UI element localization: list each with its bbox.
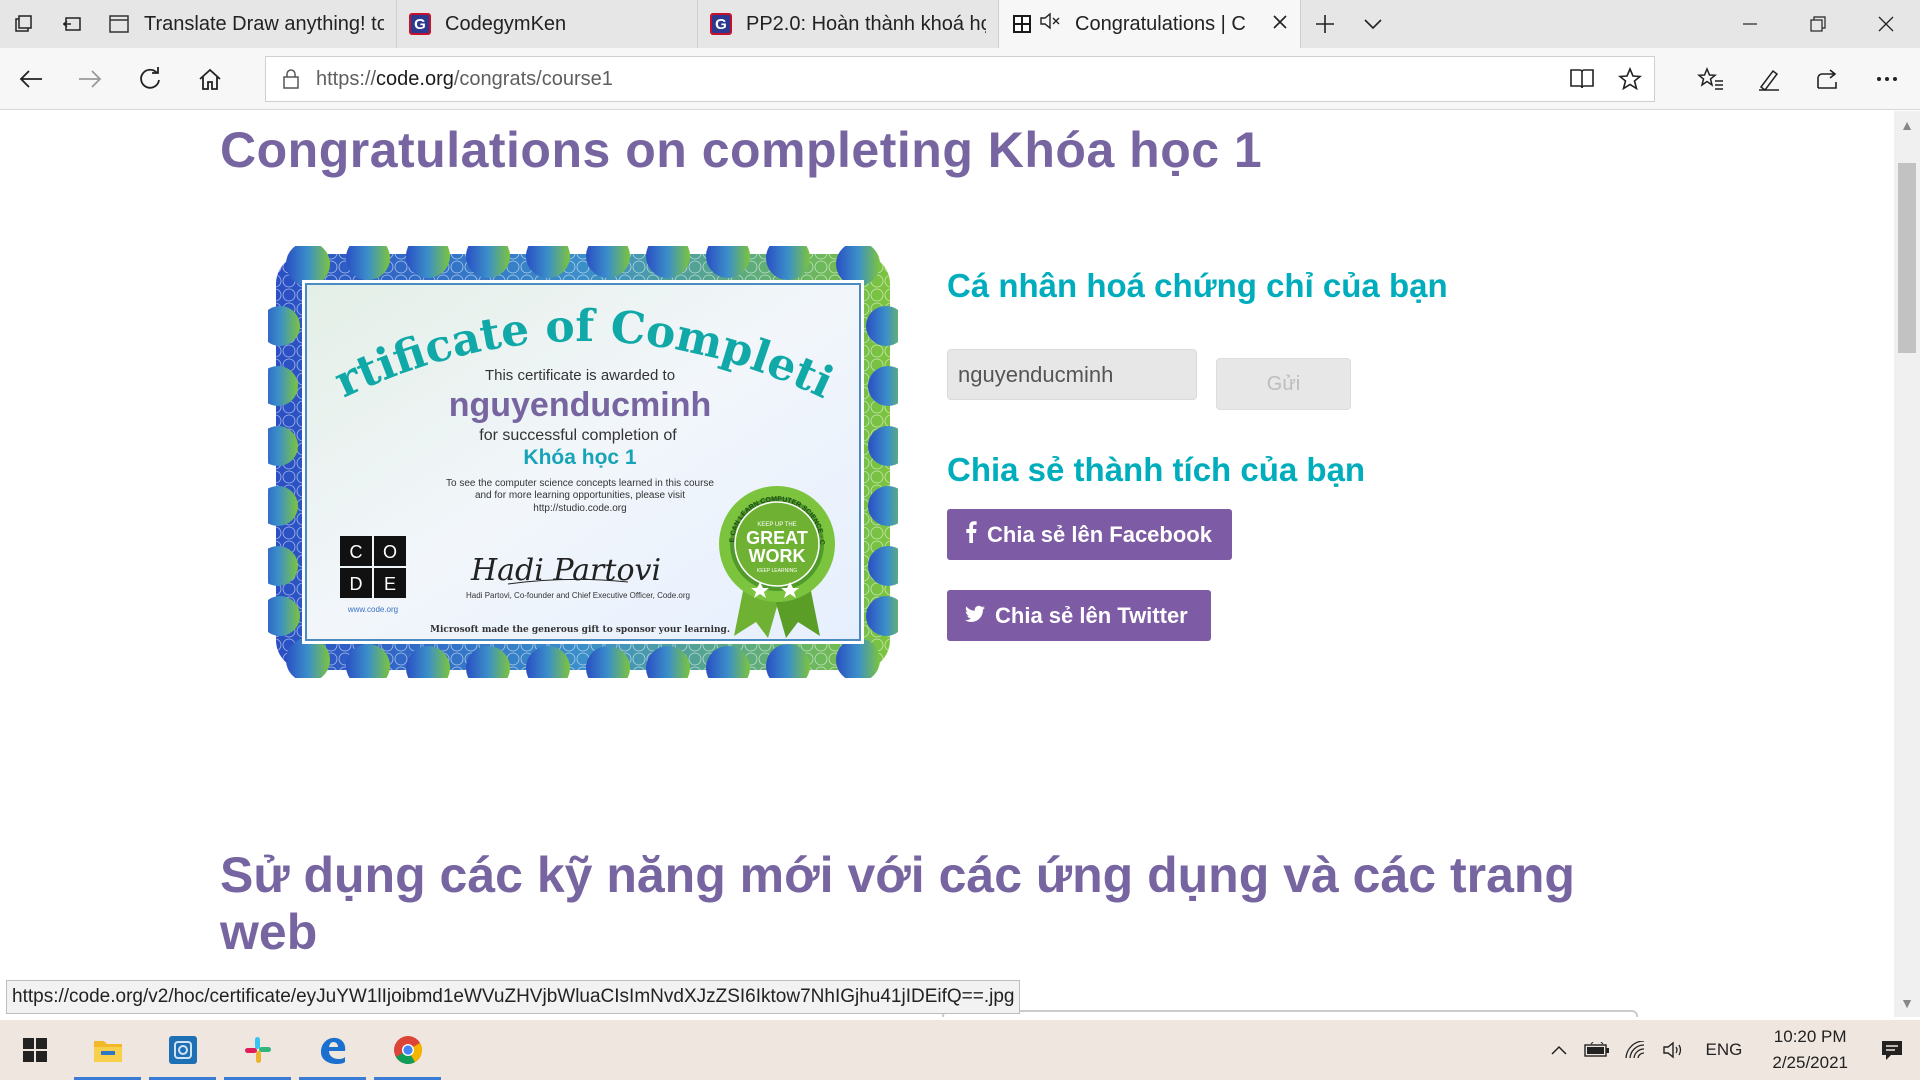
clock-time: 10:20 PM (1773, 1027, 1847, 1046)
url-text[interactable]: https://code.org/congrats/course1 (316, 68, 1558, 91)
svg-text:KEEP LEARNING: KEEP LEARNING (757, 568, 797, 574)
taskbar: ENG 10:20 PM 2/25/2021 (0, 1020, 1920, 1080)
set-tabs-aside-icon[interactable] (48, 0, 96, 48)
certificate-info-line: and for more learning opportunities, ple… (475, 490, 685, 501)
refresh-icon[interactable] (127, 56, 173, 102)
clock[interactable]: 10:20 PM 2/25/2021 (1756, 1024, 1864, 1076)
back-arrow-icon[interactable] (8, 56, 54, 102)
window-controls (1716, 0, 1920, 48)
svg-text:O: O (383, 542, 397, 562)
scroll-up-icon[interactable]: ▲ (1894, 113, 1920, 137)
svg-text:GREAT: GREAT (746, 528, 808, 548)
tab-actions-icon[interactable] (0, 0, 48, 48)
certificate-image[interactable]: Certificate of Completion This certifica… (250, 206, 908, 690)
content-card (942, 1010, 1638, 1017)
scrollbar-thumb[interactable] (1898, 163, 1916, 353)
tab-title: Congratulations | C (1075, 12, 1246, 35)
page-icon (108, 13, 130, 35)
share-twitter-label: Chia sẻ lên Twitter (995, 602, 1188, 628)
certificate-course-name: Khóa học 1 (523, 446, 637, 469)
favorite-star-icon[interactable] (1606, 67, 1654, 91)
svg-text:www.code.org: www.code.org (347, 605, 398, 614)
home-icon[interactable] (187, 56, 233, 102)
signer-title: Hadi Partovi, Co-founder and Chief Execu… (466, 591, 690, 600)
system-tray: ENG 10:20 PM 2/25/2021 (1540, 1020, 1920, 1080)
svg-text:WORK: WORK (749, 546, 806, 566)
action-center-icon[interactable] (1864, 1039, 1920, 1061)
page-content: Congratulations on completing Khóa học 1 (0, 111, 1894, 1017)
signature: Hadi Partovi (470, 553, 661, 588)
facebook-icon (965, 520, 977, 549)
sponsor-text: Microsoft made the generous gift to spon… (430, 625, 730, 635)
app-store-icon[interactable] (145, 1020, 220, 1080)
volume-icon[interactable] (1654, 1040, 1692, 1060)
tab-congratulations[interactable]: Congratulations | C (999, 0, 1301, 48)
file-explorer-icon[interactable] (70, 1020, 145, 1080)
reading-view-icon[interactable] (1558, 68, 1606, 90)
twitter-icon (965, 603, 985, 629)
codeorg-icon (1011, 13, 1033, 35)
certificate-info-url: http://studio.code.org (533, 503, 626, 514)
clock-date: 2/25/2021 (1772, 1053, 1848, 1072)
share-twitter-button[interactable]: Chia sẻ lên Twitter (947, 590, 1211, 641)
tab-title: PP2.0: Hoàn thành khoá học (746, 12, 986, 35)
tab-title: CodegymKen (445, 12, 567, 35)
page-title: Congratulations on completing Khóa học 1 (220, 122, 1263, 178)
tab-bar: Translate Draw anything! to G CodegymKen… (0, 0, 1920, 48)
certificate-awarded-text: This certificate is awarded to (485, 367, 675, 384)
more-menu-icon[interactable] (1864, 56, 1910, 102)
close-tab-icon[interactable] (1272, 13, 1288, 36)
certificate-recipient-name: nguyenducminh (449, 386, 712, 424)
windows-start-icon[interactable] (0, 1020, 70, 1080)
tab-preview-chevron-icon[interactable] (1349, 0, 1397, 48)
forward-arrow-icon[interactable] (67, 56, 113, 102)
link-status-bar: https://code.org/v2/hoc/certificate/eyJu… (6, 980, 1021, 1014)
url-host: code.org (376, 67, 454, 90)
svg-text:D: D (350, 574, 363, 594)
personalize-heading: Cá nhân hoá chứng chỉ của bạn (947, 267, 1448, 304)
navigation-toolbar: https://code.org/congrats/course1 (0, 48, 1920, 110)
share-heading: Chia sẻ thành tích của bạn (947, 451, 1366, 488)
tab-pp2[interactable]: G PP2.0: Hoàn thành khoá học (698, 0, 999, 48)
new-tab-icon[interactable] (1301, 0, 1349, 48)
browser-window: Translate Draw anything! to G CodegymKen… (0, 0, 1920, 1080)
wifi-icon[interactable] (1616, 1041, 1654, 1059)
input-language[interactable]: ENG (1692, 1040, 1757, 1060)
codegym-icon: G (409, 13, 431, 35)
share-facebook-label: Chia sẻ lên Facebook (987, 521, 1212, 547)
svg-text:E: E (384, 574, 396, 594)
url-path: /congrats/course1 (453, 67, 613, 90)
url-scheme: https:// (316, 67, 377, 90)
minimize-icon[interactable] (1716, 0, 1784, 48)
pen-icon[interactable] (1746, 56, 1792, 102)
tab-translate[interactable]: Translate Draw anything! to (96, 0, 397, 48)
scroll-down-icon[interactable]: ▼ (1894, 991, 1920, 1015)
show-hidden-icons-icon[interactable] (1540, 1045, 1578, 1055)
certificate-completion-text: for successful completion of (479, 427, 677, 444)
speaker-muted-icon[interactable] (1039, 11, 1061, 37)
tab-codegymken[interactable]: G CodegymKen (397, 0, 698, 48)
edge-browser-icon[interactable] (295, 1020, 370, 1080)
tab-title: Translate Draw anything! to (144, 12, 384, 35)
chrome-icon[interactable] (370, 1020, 445, 1080)
certificate-name-input[interactable]: nguyenducminh (947, 349, 1197, 400)
apps-heading: Sử dụng các kỹ năng mới với các ứng dụng… (220, 847, 1575, 960)
battery-icon[interactable] (1578, 1042, 1616, 1058)
close-window-icon[interactable] (1852, 0, 1920, 48)
svg-text:C: C (350, 542, 363, 562)
certificate-info-line: To see the computer science concepts lea… (446, 478, 714, 489)
lock-icon[interactable] (266, 69, 316, 89)
share-facebook-button[interactable]: Chia sẻ lên Facebook (947, 509, 1232, 560)
restore-icon[interactable] (1784, 0, 1852, 48)
slack-icon[interactable] (220, 1020, 295, 1080)
share-icon[interactable] (1805, 56, 1851, 102)
vertical-scrollbar[interactable]: ▲ ▼ (1894, 111, 1920, 1017)
submit-button[interactable]: Gửi (1216, 358, 1351, 410)
address-bar[interactable]: https://code.org/congrats/course1 (265, 56, 1655, 102)
codegym-icon: G (710, 13, 732, 35)
favorites-icon[interactable] (1688, 56, 1734, 102)
